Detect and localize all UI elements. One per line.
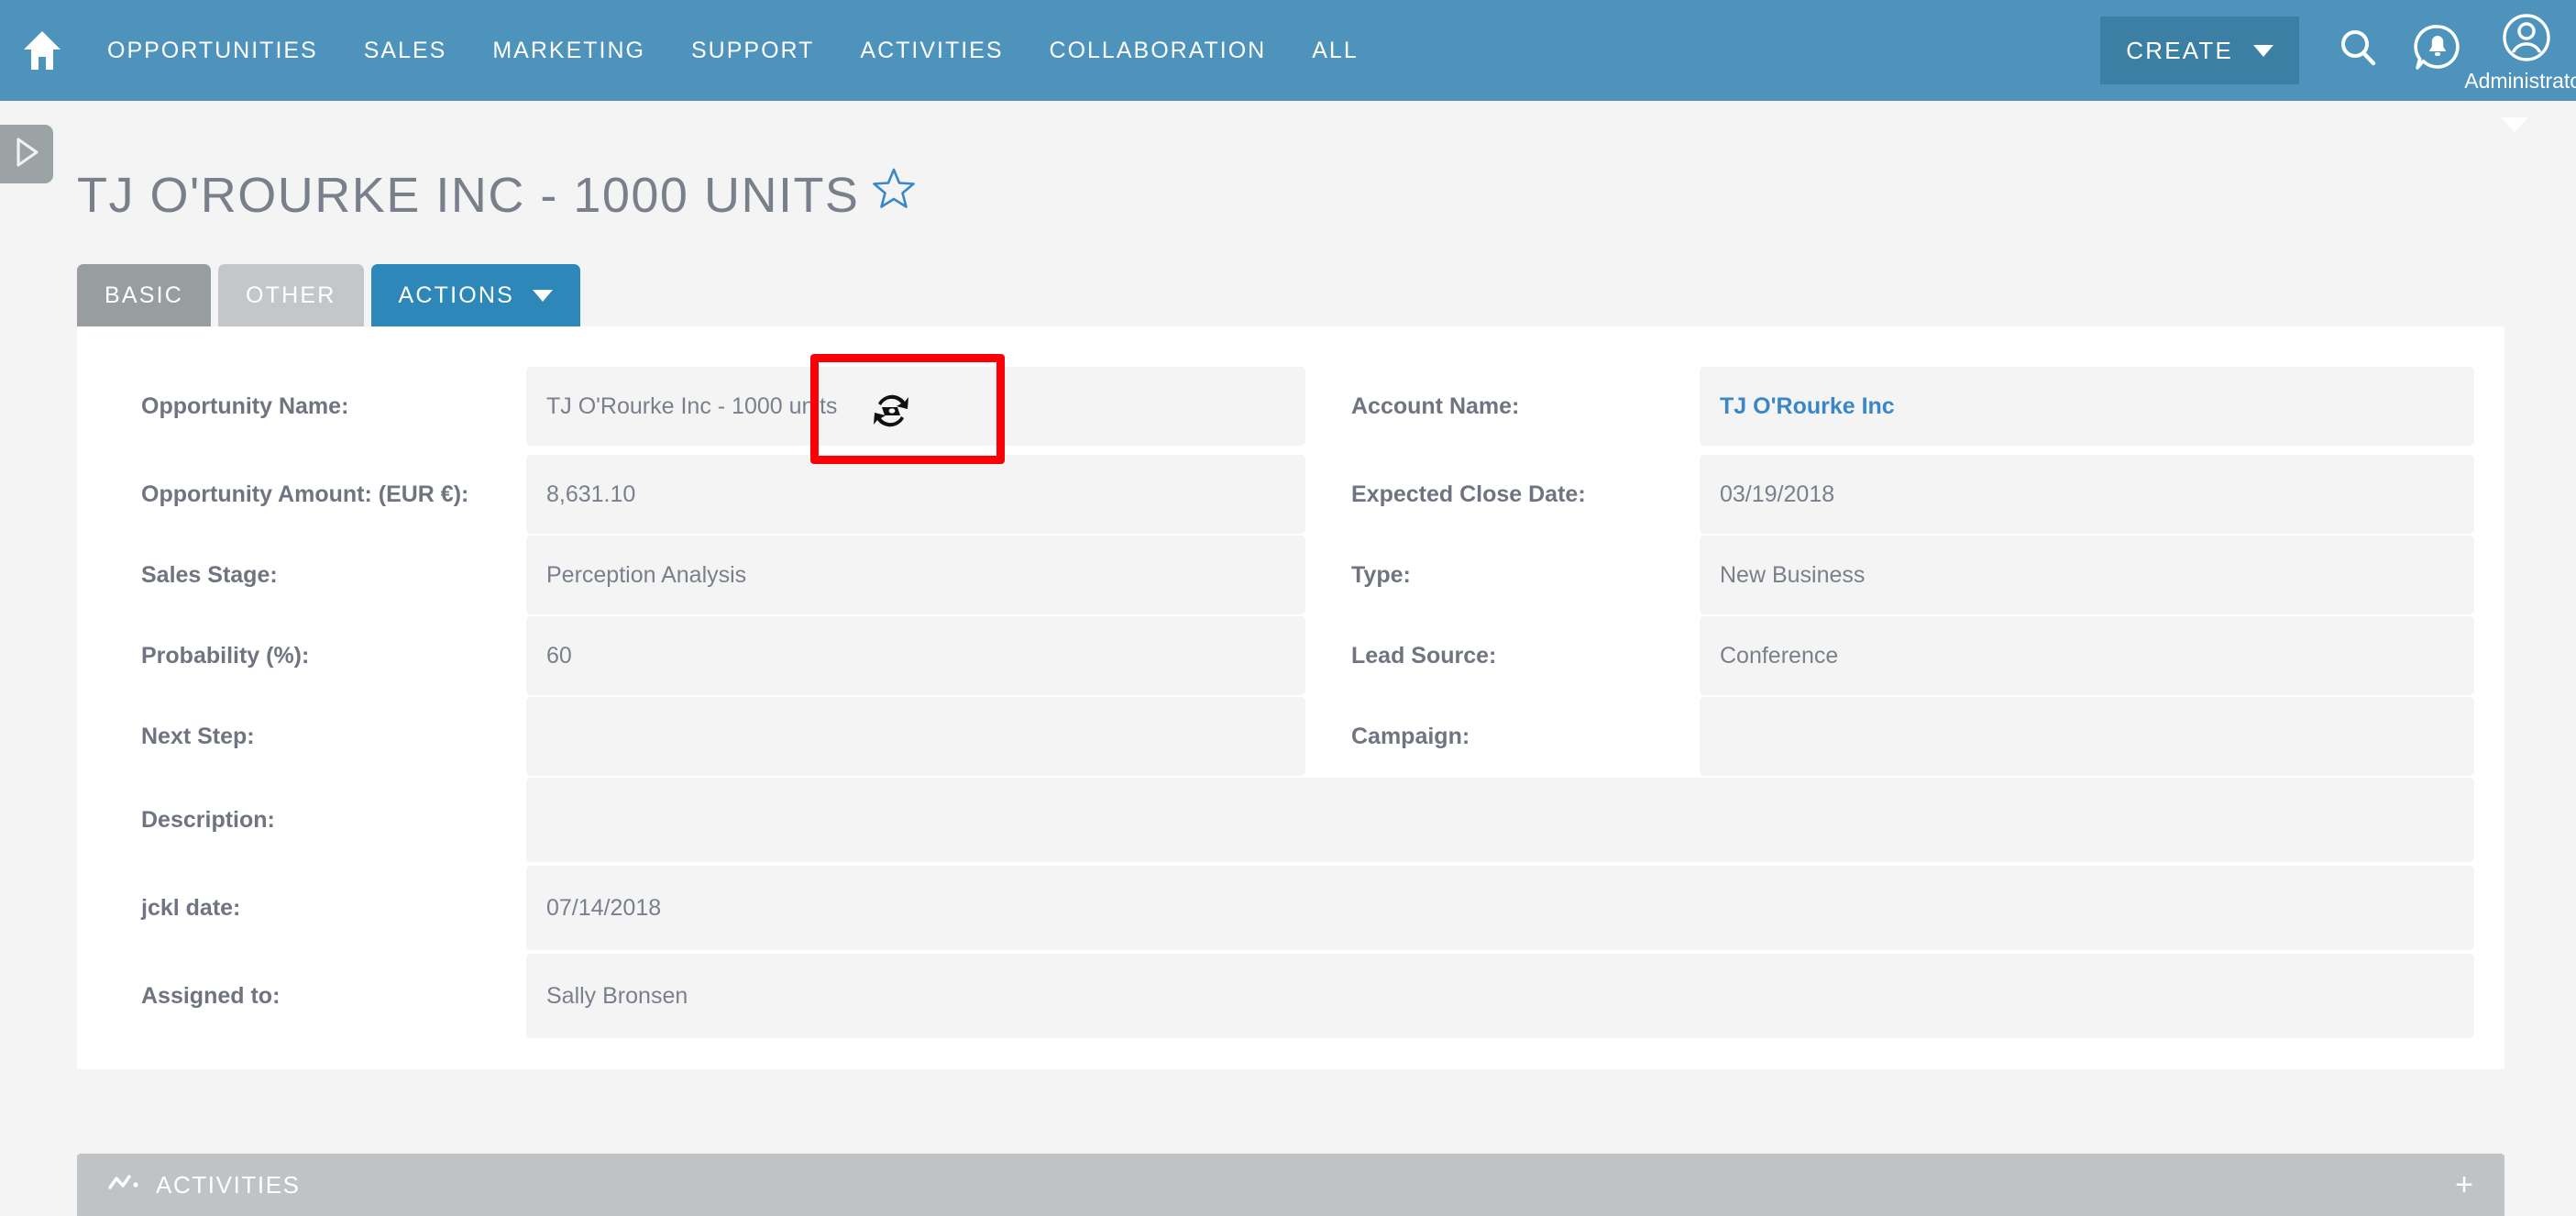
field-label-next-step: Next Step: (141, 697, 517, 776)
opportunity-amount-text: 8,631.10 (546, 481, 636, 507)
chevron-down-icon (533, 289, 554, 302)
tab-other-label: OTHER (246, 282, 336, 308)
label-text: Expected Close Date: (1351, 481, 1586, 507)
field-label-lead-source: Lead Source: (1351, 616, 1700, 695)
jckl-date-text: 07/14/2018 (546, 894, 662, 921)
label-text: Lead Source: (1351, 642, 1497, 669)
search-button[interactable] (2319, 0, 2398, 101)
tab-actions-dropdown[interactable]: ACTIONS (370, 264, 581, 326)
field-value-lead-source[interactable]: Conference (1700, 616, 2474, 695)
record-detail-card: Opportunity Name: TJ O'Rourke Inc - 1000… (77, 326, 2504, 1069)
label-text: Campaign: (1351, 723, 1470, 749)
label-text: Next Step: (141, 723, 255, 749)
create-button-label: CREATE (2126, 36, 2233, 64)
nav-item-sales[interactable]: SALES (341, 0, 470, 101)
record-title-text: TJ O'Rourke Inc - 1000 units (77, 168, 860, 223)
field-value-campaign[interactable] (1700, 697, 2474, 776)
field-value-type[interactable]: New Business (1700, 536, 2474, 614)
sidebar-expand-toggle[interactable] (0, 125, 53, 183)
label-text: Description: (141, 806, 275, 833)
field-value-probability[interactable]: 60 (526, 616, 1305, 695)
field-label-sales-stage: Sales Stage: (141, 536, 517, 614)
activities-panel-title: ACTIVITIES (156, 1170, 301, 1199)
expected-close-date-text: 03/19/2018 (1720, 481, 1835, 507)
tab-strip: BASIC OTHER ACTIONS (77, 264, 581, 326)
nav-item-support[interactable]: SUPPORT (668, 0, 837, 101)
add-activity-button[interactable]: + (2455, 1169, 2473, 1200)
tab-basic-label: BASIC (105, 282, 184, 308)
label-text: Account Name: (1351, 392, 1520, 419)
field-label-opportunity-amount: Opportunity Amount: (EUR €): (141, 455, 517, 534)
field-label-account-name: Account Name: (1351, 367, 1700, 446)
play-arrow-right-icon (13, 137, 40, 172)
field-label-opportunity-name: Opportunity Name: (141, 367, 517, 446)
field-value-expected-close-date[interactable]: 03/19/2018 (1700, 455, 2474, 534)
account-name-link[interactable]: TJ O'Rourke Inc (1720, 393, 1895, 420)
label-text: Opportunity Name: (141, 392, 349, 419)
field-label-jckl-date: jckl date: (141, 866, 517, 950)
field-label-probability: Probability (%): (141, 616, 517, 695)
activities-panel-header[interactable]: ACTIVITIES + (77, 1154, 2504, 1216)
field-label-type: Type: (1351, 536, 1700, 614)
probability-text: 60 (546, 642, 572, 669)
field-value-opportunity-name[interactable]: TJ O'Rourke Inc - 1000 units (526, 367, 1305, 446)
label-text: Assigned to: (141, 982, 281, 1009)
star-outline-icon[interactable] (872, 166, 916, 215)
label-text: Opportunity Amount: (EUR €): (141, 481, 469, 507)
tab-actions-label: ACTIONS (398, 282, 515, 308)
user-avatar-icon (2502, 13, 2551, 67)
assigned-to-text: Sally Bronsen (546, 982, 688, 1009)
field-value-account-name[interactable]: TJ O'Rourke Inc (1700, 367, 2474, 446)
field-value-opportunity-amount[interactable]: 8,631.10 (526, 455, 1305, 534)
label-text: jckl date: (141, 894, 241, 921)
user-name-label: Administrator (2464, 69, 2576, 93)
nav-item-activities[interactable]: ACTIVITIES (837, 0, 1026, 101)
page-title: TJ O'Rourke Inc - 1000 units (77, 167, 916, 224)
label-text: Type: (1351, 561, 1411, 588)
field-label-description: Description: (141, 778, 517, 862)
nav-item-collaboration[interactable]: COLLABORATION (1027, 0, 1290, 101)
opportunity-name-text: TJ O'Rourke Inc - 1000 units (546, 392, 838, 419)
field-label-campaign: Campaign: (1351, 697, 1700, 776)
field-value-description[interactable] (526, 778, 2474, 862)
create-button[interactable]: CREATE (2100, 17, 2299, 84)
field-value-jckl-date[interactable]: 07/14/2018 (526, 866, 2474, 950)
field-label-assigned-to: Assigned to: (141, 954, 517, 1038)
line-chart-icon (108, 1173, 139, 1198)
field-value-next-step[interactable] (526, 697, 1305, 776)
type-text: New Business (1720, 561, 1866, 588)
nav-right-cluster: CREATE Administrato (2100, 0, 2576, 101)
nav-links: OPPORTUNITIES SALES MARKETING SUPPORT AC… (84, 0, 1382, 101)
nav-item-marketing[interactable]: MARKETING (469, 0, 668, 101)
user-account-button[interactable]: Administrator (2464, 0, 2576, 101)
label-text: Probability (%): (141, 642, 310, 669)
lead-source-text: Conference (1720, 642, 1839, 669)
field-value-sales-stage[interactable]: Perception Analysis (526, 536, 1305, 614)
page-collapse-chevron-down-icon[interactable] (2501, 117, 2528, 132)
home-icon (22, 29, 62, 72)
home-button[interactable] (0, 0, 84, 101)
notification-bell-icon (2414, 24, 2461, 78)
search-icon (2338, 28, 2380, 74)
field-value-assigned-to[interactable]: Sally Bronsen (526, 954, 2474, 1038)
chevron-down-icon (2253, 44, 2273, 57)
field-label-expected-close-date: Expected Close Date: (1351, 455, 1700, 534)
label-text: Sales Stage: (141, 561, 278, 588)
sales-stage-text: Perception Analysis (546, 561, 747, 588)
tab-other[interactable]: OTHER (218, 264, 364, 326)
top-navigation-bar: OPPORTUNITIES SALES MARKETING SUPPORT AC… (0, 0, 2576, 101)
nav-item-opportunities[interactable]: OPPORTUNITIES (84, 0, 341, 101)
nav-item-all[interactable]: ALL (1289, 0, 1381, 101)
tab-basic[interactable]: BASIC (77, 264, 212, 326)
